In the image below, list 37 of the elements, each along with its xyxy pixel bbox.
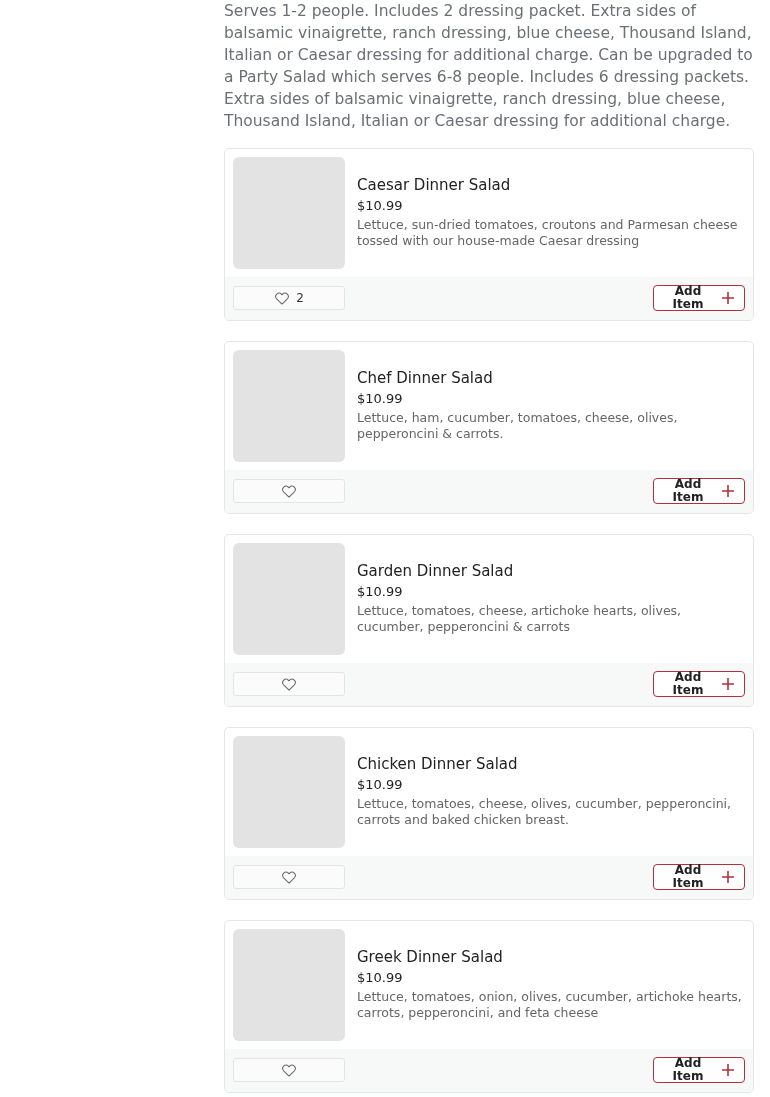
add-item-button[interactable]: Add Item (653, 671, 745, 697)
like-count: 2 (296, 291, 304, 305)
plus-icon (722, 1064, 734, 1076)
item-price: $10.99 (357, 776, 404, 794)
item-description: Lettuce, tomatoes, cheese, artichoke hearts, olives, cucumber, pepperoncini & carrots (357, 603, 683, 635)
item-name: Garden Dinner Salad (357, 561, 515, 581)
category-description: Serves 1-2 people. Includes 2 dressing packet. Extra sides of balsamic vinaigrette, ranch dressing, blue cheese, Thousand Island, Italian or Caesar dressing for additional charge. Can be upgraded to a Party Salad which serves 6-8 people. Includes 6 dressing packets. Extra sides of balsamic vinaigrette, ranch dressing, blue cheese, Thousand Island, Italian or Caesar dressing for additional charge. (224, 1, 754, 132)
item-price: $10.99 (357, 197, 404, 215)
plus-icon (722, 678, 734, 690)
plus-icon (722, 485, 734, 497)
heart-icon (274, 291, 291, 305)
like-button[interactable] (233, 1058, 345, 1082)
item-name: Caesar Dinner Salad (357, 175, 512, 195)
heart-icon (281, 870, 297, 884)
like-button[interactable] (233, 479, 345, 503)
item-price: $10.99 (357, 583, 404, 601)
heart-icon (281, 677, 297, 691)
add-item-button[interactable]: Add Item (653, 1057, 745, 1083)
like-button[interactable]: 2 (233, 286, 345, 310)
item-name: Chicken Dinner Salad (357, 754, 519, 774)
item-name: Chef Dinner Salad (357, 368, 494, 388)
plus-icon (722, 871, 734, 883)
item-description: Lettuce, tomatoes, cheese, olives, cucumber, pepperoncini, carrots and baked chicken breast. (357, 796, 733, 828)
item-name: Greek Dinner Salad (357, 947, 504, 967)
add-item-button[interactable]: Add Item (653, 285, 745, 311)
item-description: Lettuce, sun-dried tomatoes, croutons and Parmesan cheese tossed with our house-made Caesar dressing (357, 217, 739, 249)
like-button[interactable] (233, 672, 345, 696)
add-item-button[interactable]: Add Item (653, 478, 745, 504)
like-button[interactable] (233, 865, 345, 889)
add-item-button[interactable]: Add Item (653, 864, 745, 890)
heart-icon (281, 1063, 297, 1077)
heart-icon (281, 484, 297, 498)
item-price: $10.99 (357, 390, 404, 408)
item-description: Lettuce, ham, cucumber, tomatoes, cheese, olives, pepperoncini & carrots. (357, 410, 679, 442)
item-price: $10.99 (357, 969, 404, 987)
item-description: Lettuce, tomatoes, onion, olives, cucumber, artichoke hearts, carrots, pepperoncini, and feta cheese (357, 989, 743, 1021)
plus-icon (722, 292, 734, 304)
